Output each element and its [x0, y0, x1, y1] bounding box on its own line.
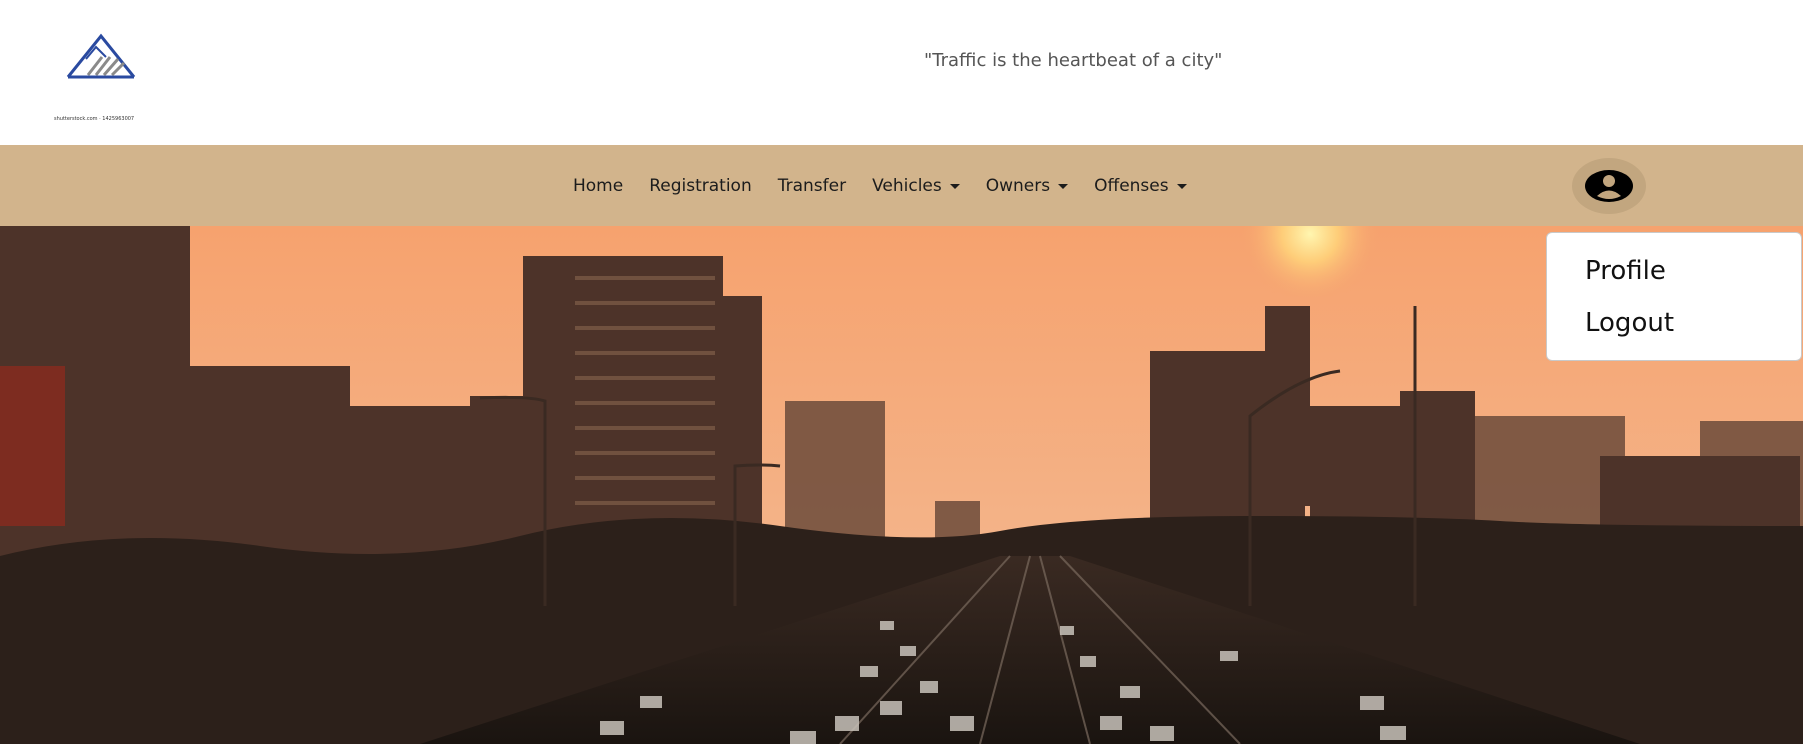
profile-dropdown-menu: Profile Logout [1546, 232, 1802, 361]
nav-owners-label: Owners [985, 175, 1051, 196]
caret-down-icon [1058, 184, 1069, 189]
nav-registration-link[interactable]: Registration [636, 176, 765, 196]
nav-home-link[interactable]: Home [560, 176, 636, 196]
page: shutterstock.com · 1425963007 "Traffic i… [0, 0, 1809, 744]
nav-owners-dropdown[interactable]: Owners [973, 176, 1081, 196]
nav-transfer-link[interactable]: Transfer [765, 176, 859, 196]
top-header: shutterstock.com · 1425963007 "Traffic i… [0, 0, 1809, 145]
nav-transfer-label: Transfer [777, 175, 847, 196]
nav-offenses-label: Offenses [1094, 175, 1169, 196]
caret-down-icon [949, 184, 960, 189]
user-circle-icon [1585, 170, 1633, 202]
navbar: Home Registration Transfer Vehicles Owne… [0, 145, 1803, 226]
profile-menu-item[interactable]: Profile [1585, 256, 1666, 286]
logo-icon[interactable] [66, 33, 136, 79]
profile-button[interactable] [1572, 158, 1646, 214]
caret-down-icon [1176, 184, 1187, 189]
nav-offenses-dropdown[interactable]: Offenses [1081, 176, 1200, 196]
logout-menu-item[interactable]: Logout [1585, 308, 1674, 338]
logo-caption: shutterstock.com · 1425963007 [54, 116, 135, 122]
tagline: "Traffic is the heartbeat of a city" [924, 50, 1223, 71]
nav-links: Home Registration Transfer Vehicles Owne… [560, 145, 1200, 226]
nav-registration-label: Registration [649, 175, 752, 196]
nav-vehicles-dropdown[interactable]: Vehicles [859, 176, 973, 196]
nav-home-label: Home [573, 175, 624, 196]
right-gutter [1803, 0, 1809, 744]
hero-image [0, 226, 1803, 744]
nav-vehicles-label: Vehicles [872, 175, 942, 196]
city-traffic-photo [0, 226, 1803, 744]
